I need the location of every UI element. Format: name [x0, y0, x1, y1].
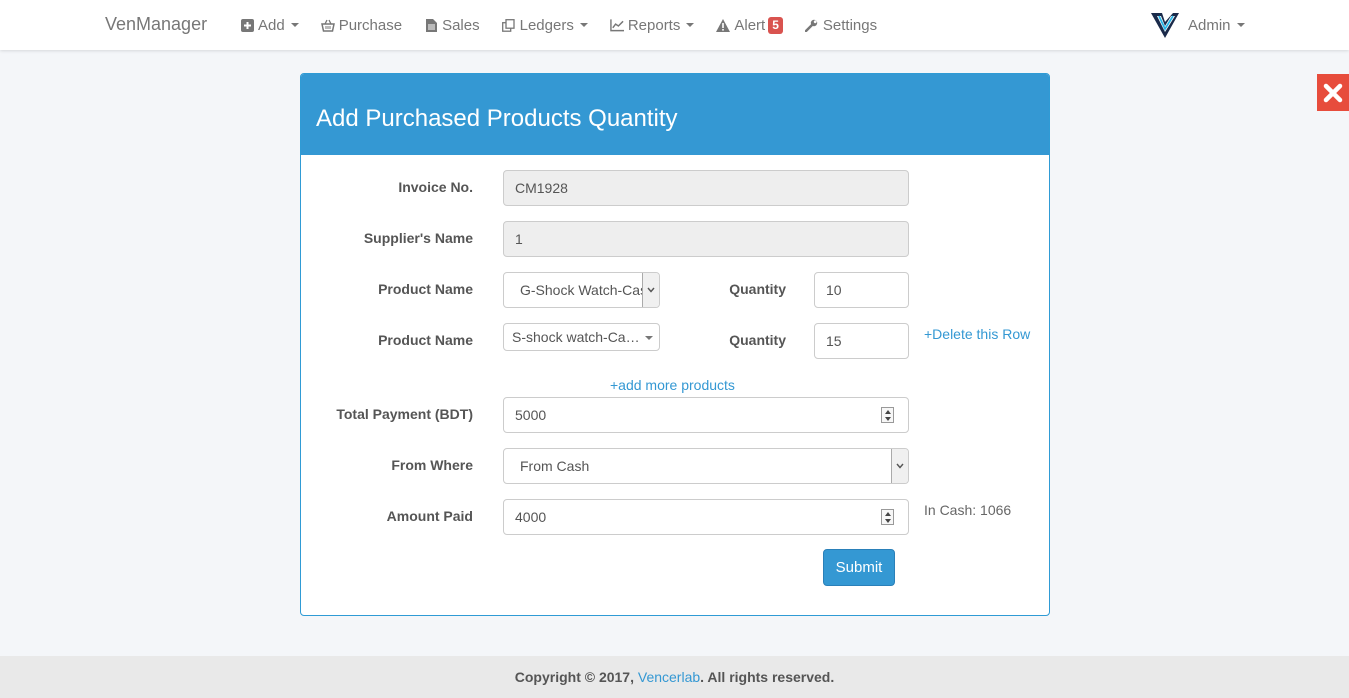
delete-row-link[interactable]: +Delete this Row [924, 326, 1030, 342]
product-row: Product Name S-shock watch-Ca… Quantity … [301, 323, 1049, 359]
close-button[interactable] [1317, 74, 1349, 111]
total-payment-label: Total Payment (BDT) [336, 406, 473, 422]
nav-item-add[interactable]: Add [240, 0, 299, 50]
supplier-field[interactable]: 1 [503, 221, 909, 257]
nav-item-label: Add [258, 16, 285, 34]
from-where-value: From Cash [520, 458, 590, 474]
line-chart-icon [610, 18, 624, 32]
amount-paid-input[interactable]: 4000 [503, 499, 909, 535]
alert-count-badge: 5 [768, 16, 783, 34]
supplier-label: Supplier's Name [363, 230, 473, 246]
quantity-label: Quantity [729, 332, 786, 348]
chevron-down-icon [891, 449, 908, 483]
user-menu[interactable]: Admin [1150, 0, 1245, 50]
product-label: Product Name [378, 332, 473, 348]
caret-down-icon [579, 23, 588, 27]
product-select[interactable]: S-shock watch-Ca… [503, 323, 660, 351]
basket-icon [320, 18, 335, 32]
user-name: Admin [1188, 16, 1231, 34]
product-row: Product Name G-Shock Watch-Casio Quantit… [301, 272, 1049, 308]
add-more-products-link[interactable]: +add more products [610, 377, 735, 393]
nav-item-ledgers[interactable]: Ledgers [502, 0, 588, 50]
nav-item-label: Reports [627, 16, 681, 34]
panel-title: Add Purchased Products Quantity [301, 74, 1049, 155]
quantity-label: Quantity [729, 281, 786, 297]
nav-item-label: Purchase [338, 16, 403, 34]
nav-item-label: Settings [822, 16, 878, 34]
file-icon [424, 18, 438, 32]
nav-item-label: Ledgers [519, 16, 574, 34]
caret-down-icon [686, 23, 695, 27]
copy-icon [502, 18, 516, 32]
chevron-down-icon [642, 273, 659, 307]
wrench-icon [805, 18, 819, 32]
product-label: Product Name [378, 281, 473, 297]
purchase-form-panel: Add Purchased Products Quantity Invoice … [300, 73, 1050, 616]
submit-button[interactable]: Submit [823, 549, 895, 586]
nav-item-sales[interactable]: Sales [424, 0, 480, 50]
quantity-input[interactable]: 15 [814, 323, 909, 359]
nav-item-reports[interactable]: Reports [610, 0, 695, 50]
from-where-row: From Where From Cash [301, 448, 1049, 484]
invoice-row: Invoice No. CM1928 [301, 170, 1049, 206]
invoice-label: Invoice No. [398, 179, 473, 195]
caret-down-icon [645, 336, 653, 340]
invoice-field[interactable]: CM1928 [503, 170, 909, 206]
rights-text: . All rights reserved. [700, 669, 835, 685]
from-where-label: From Where [391, 457, 473, 473]
product-select-value: S-shock watch-Ca… [512, 329, 640, 345]
total-payment-input[interactable]: 5000 [503, 397, 909, 433]
quantity-input[interactable]: 10 [814, 272, 909, 308]
supplier-row: Supplier's Name 1 [301, 221, 1049, 257]
product-select[interactable]: G-Shock Watch-Casio [503, 272, 660, 308]
total-payment-value: 5000 [515, 407, 547, 423]
number-spinner-icon[interactable] [881, 407, 894, 423]
amount-paid-value: 4000 [515, 509, 547, 525]
avatar-logo-icon [1150, 10, 1180, 40]
from-where-select[interactable]: From Cash [503, 448, 909, 484]
nav-item-label: Alert [734, 16, 766, 34]
number-spinner-icon[interactable] [881, 509, 894, 525]
nav-menu: Add Purchase Sales Ledgers Reports Alert… [240, 0, 899, 50]
caret-down-icon [1236, 23, 1245, 27]
footer: Copyright © 2017, Vencerlab. All rights … [0, 656, 1349, 698]
nav-item-alert[interactable]: Alert 5 [716, 0, 783, 50]
nav-item-purchase[interactable]: Purchase [320, 0, 403, 50]
product-select-value: G-Shock Watch-Casio [520, 282, 658, 298]
close-icon [1323, 83, 1343, 102]
nav-item-settings[interactable]: Settings [805, 0, 877, 50]
copyright-text: Copyright © 2017, [514, 669, 638, 685]
amount-paid-row: Amount Paid 4000 In Cash: 1066 [301, 499, 1049, 535]
plus-square-icon [240, 18, 254, 32]
total-payment-row: Total Payment (BDT) 5000 [301, 397, 1049, 433]
brand-logo-text[interactable]: VenManager [105, 14, 207, 35]
vencerlab-link[interactable]: Vencerlab [638, 669, 700, 685]
warning-icon [716, 18, 731, 32]
nav-item-label: Sales [442, 16, 480, 34]
amount-paid-label: Amount Paid [386, 508, 473, 524]
cash-balance-text: In Cash: 1066 [924, 502, 1012, 518]
top-navbar: VenManager Add Purchase Sales Ledgers Re… [0, 0, 1349, 50]
caret-down-icon [290, 23, 299, 27]
